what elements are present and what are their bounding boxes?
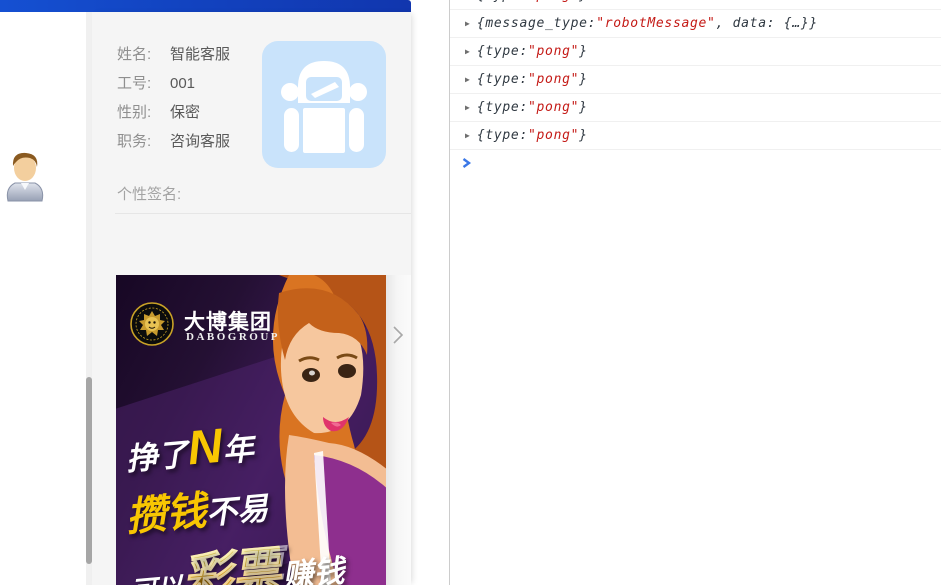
ad-text-segment: 年 — [221, 431, 255, 469]
profile-fields: 姓名: 智能客服 工号: 001 性别: 保密 职务: 咨询客服 — [117, 40, 230, 156]
ad-text-segment: 挣了 — [125, 437, 190, 477]
expand-triangle-icon[interactable]: ▶ — [465, 75, 470, 84]
person-icon — [3, 189, 47, 206]
console-log-row[interactable]: ▶ {type: "pong" } — [450, 38, 941, 66]
robot-avatar — [262, 41, 386, 168]
field-label: 性别: — [117, 98, 170, 127]
log-text: {type: — [477, 0, 528, 3]
ad-text-segment: 彩票 — [180, 542, 285, 585]
log-text: {type: — [477, 128, 528, 143]
ad-text-segment: 不易 — [205, 491, 270, 531]
ad-text-segment: 攒钱 — [124, 489, 208, 540]
log-text: {message_type: — [477, 16, 596, 31]
ad-headline-1: 挣了N年 — [124, 416, 256, 482]
expand-triangle-icon[interactable]: ▶ — [465, 47, 470, 56]
console-prompt-icon — [461, 155, 472, 174]
console-log-row[interactable]: ▶ {type: "pong" } — [450, 66, 941, 94]
log-string: "robotMessage" — [596, 16, 715, 31]
field-label: 职务: — [117, 127, 170, 156]
console-log-row-clipped[interactable]: ▶ {type: "pong" } — [450, 0, 941, 10]
section-divider — [115, 213, 411, 214]
log-text: } — [579, 44, 588, 59]
console-messages: ▶ {type: "pong" } ▶ {message_type: "robo… — [450, 0, 943, 178]
browser-page: 姓名: 智能客服 工号: 001 性别: 保密 职务: 咨询客服 — [0, 0, 943, 585]
contact-sidebar — [0, 12, 86, 585]
log-text: } — [579, 100, 588, 115]
console-log-row[interactable]: ▶ {type: "pong" } — [450, 94, 941, 122]
log-text: {type: — [477, 72, 528, 87]
log-text: } — [579, 128, 588, 143]
chat-app-window: 姓名: 智能客服 工号: 001 性别: 保密 职务: 咨询客服 — [0, 0, 411, 585]
log-string: "pong" — [528, 128, 579, 143]
log-string: "pong" — [528, 44, 579, 59]
console-log-row[interactable]: ▶ {type: "pong" } — [450, 122, 941, 150]
ad-banner[interactable]: 大博集团 DABOGROUP 挣了N年 攒钱不易 可以彩票赚钱 — [116, 275, 386, 585]
profile-field-id: 工号: 001 — [117, 69, 230, 98]
user-avatar[interactable] — [3, 148, 47, 202]
expand-triangle-icon[interactable]: ▶ — [465, 19, 470, 28]
log-text: } — [579, 72, 588, 87]
lion-emblem-icon — [130, 302, 174, 346]
profile-field-gender: 性别: 保密 — [117, 98, 230, 127]
profile-field-role: 职务: 咨询客服 — [117, 127, 230, 156]
field-label: 姓名: — [117, 40, 170, 69]
ad-brand-latin: DABOGROUP — [186, 331, 280, 343]
profile-field-name: 姓名: 智能客服 — [117, 40, 230, 69]
log-text: {type: — [477, 44, 528, 59]
console-prompt[interactable] — [450, 150, 943, 178]
robot-icon — [262, 155, 386, 172]
devtools-console: ▶ {type: "pong" } ▶ {message_type: "robo… — [449, 0, 943, 585]
field-label: 工号: — [117, 69, 170, 98]
ad-text-segment: 赚钱 — [281, 553, 346, 585]
ad-text-segment: N — [185, 420, 224, 476]
log-string: "pong" — [528, 72, 579, 87]
app-title-bar — [0, 0, 411, 12]
log-string: "pong" — [528, 0, 579, 3]
field-value: 001 — [170, 69, 195, 98]
field-value: 保密 — [170, 98, 200, 127]
log-string: "pong" — [528, 100, 579, 115]
expand-triangle-icon[interactable]: ▶ — [465, 131, 470, 140]
log-text: } — [579, 0, 588, 3]
carousel-next-button[interactable] — [386, 275, 411, 585]
field-value: 咨询客服 — [170, 127, 230, 156]
log-text: , data: {…}} — [716, 16, 818, 31]
expand-triangle-icon[interactable]: ▶ — [465, 103, 470, 112]
console-log-row[interactable]: ▶ {message_type: "robotMessage" , data: … — [450, 10, 941, 38]
profile-panel: 姓名: 智能客服 工号: 001 性别: 保密 职务: 咨询客服 — [92, 12, 411, 585]
ad-text-segment: 可以 — [130, 571, 184, 585]
signature-label: 个性签名: — [117, 183, 181, 204]
field-value: 智能客服 — [170, 40, 230, 69]
log-text: {type: — [477, 100, 528, 115]
